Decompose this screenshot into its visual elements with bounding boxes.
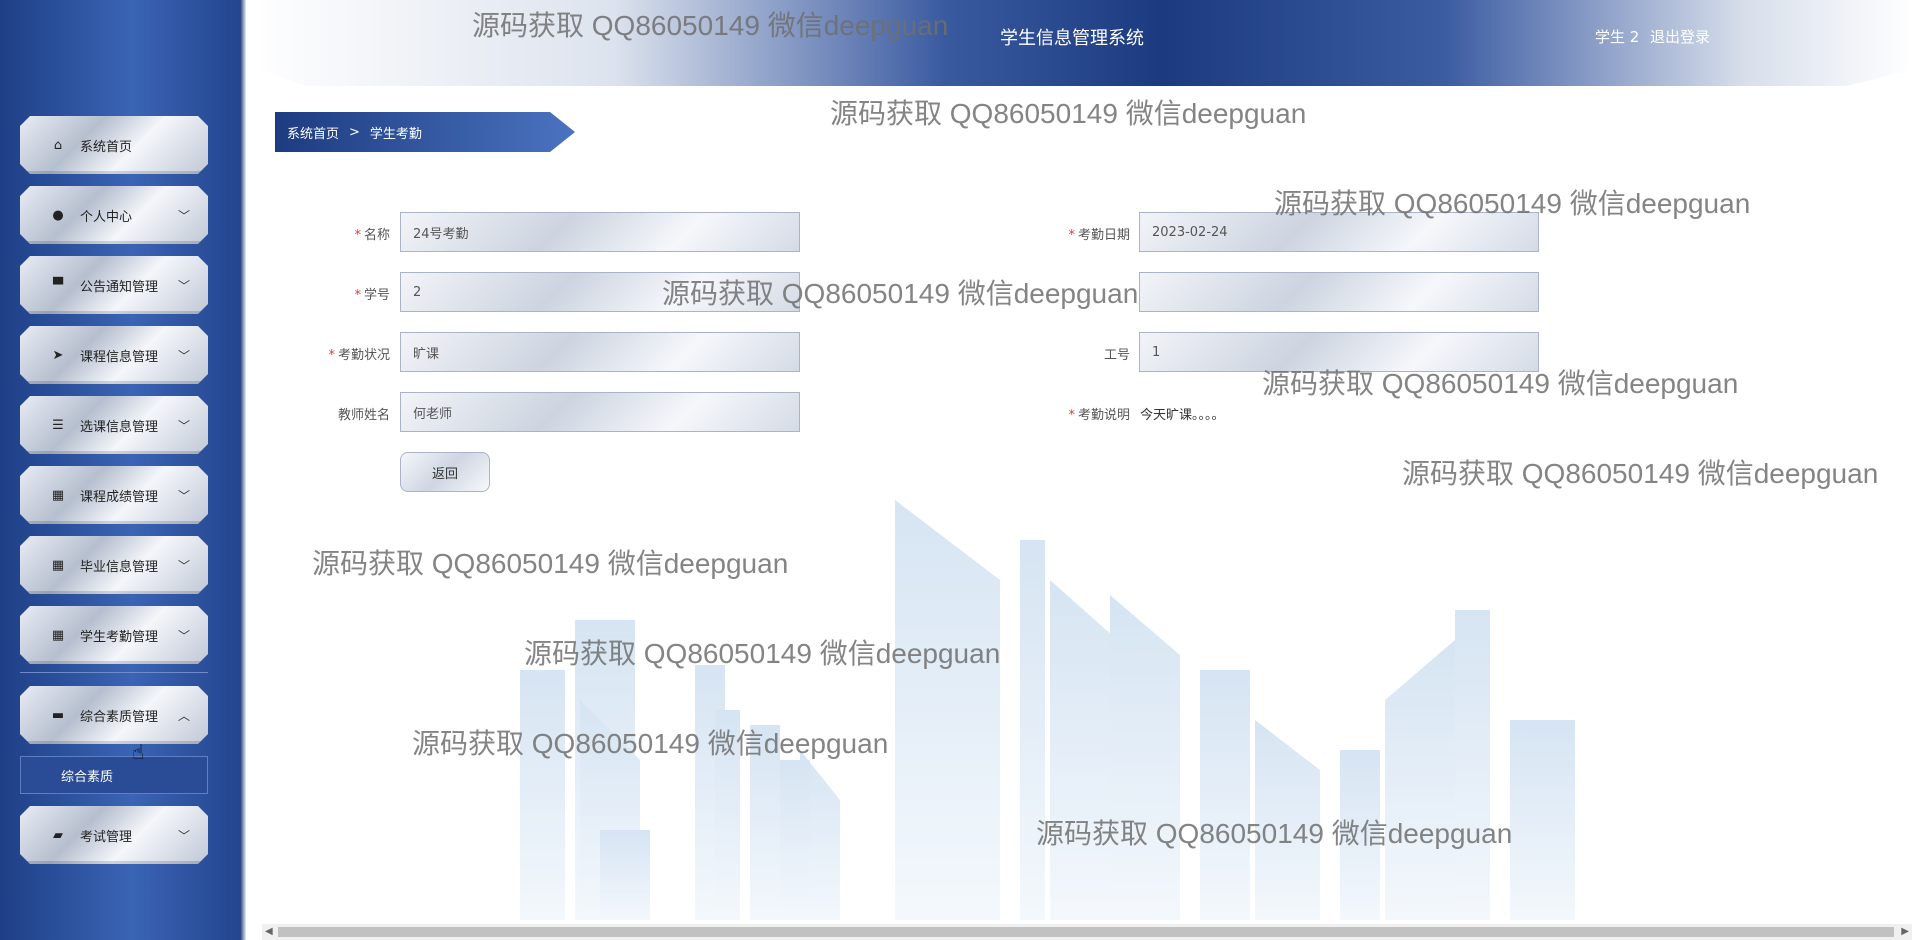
scroll-left-icon[interactable]: ◀ <box>265 926 273 937</box>
description-text: 今天旷课。。。。 <box>1140 408 1225 423</box>
hand-cursor-icon: ☝ <box>132 740 145 764</box>
sidebar-item-grades[interactable]: ▦ 课程成绩管理 ﹀ <box>20 466 208 524</box>
description-label: * 考勤说明 <box>1068 408 1130 423</box>
send-icon: ➤ <box>52 347 64 363</box>
sidebar-item-label: 综合素质管理 <box>80 709 159 725</box>
chevron-up-icon: ︿ <box>177 708 190 723</box>
sidebar-item-label: 考试管理 <box>80 829 133 845</box>
user-icon: ● <box>52 207 64 223</box>
logout-link[interactable]: 退出登录 <box>1650 26 1710 47</box>
chevron-down-icon: ﹀ <box>177 418 190 433</box>
watermark: 源码获取 QQ86050149 微信deepguan <box>472 10 949 41</box>
sidebar-item-label: 课程成绩管理 <box>80 489 159 505</box>
home-icon: ⌂ <box>53 137 63 153</box>
sidebar-item-attendance[interactable]: ▦ 学生考勤管理 ﹀ <box>20 606 208 664</box>
sidebar-item-label: 系统首页 <box>80 139 133 155</box>
sidebar-item-quality[interactable]: ▬ 综合素质管理 ︿ <box>20 686 208 744</box>
current-user: 学生 2 <box>1595 28 1640 46</box>
teacher-name-label: 教师姓名 <box>337 408 390 423</box>
sidebar-item-label: 公告通知管理 <box>80 279 159 295</box>
grid-icon: ▦ <box>51 487 65 503</box>
watermark: 源码获取 QQ86050149 微信deepguan <box>412 728 889 759</box>
sidebar-edge <box>240 0 246 940</box>
sidebar-item-personal-center[interactable]: ● 个人中心 ﹀ <box>20 186 208 244</box>
watermark: 源码获取 QQ86050149 微信deepguan <box>1036 818 1513 849</box>
sidebar-subitem-quality[interactable]: 综合素质 <box>20 756 208 794</box>
required-mark: * <box>328 348 335 363</box>
name-label: * 名称 <box>354 228 390 243</box>
chevron-down-icon: ﹀ <box>177 488 190 503</box>
back-button[interactable]: 返回 <box>400 452 490 492</box>
teacher-id-label: 工号 <box>1103 348 1130 363</box>
student-name-field[interactable] <box>1139 272 1539 312</box>
chevron-down-icon: ﹀ <box>177 278 190 293</box>
status-label: * 考勤状况 <box>328 348 390 363</box>
sidebar-item-label: 课程信息管理 <box>80 349 159 365</box>
breadcrumb-current: 学生考勤 <box>369 126 422 142</box>
sidebar-item-exam[interactable]: ▰ 考试管理 ﹀ <box>20 806 208 864</box>
breadcrumb-home[interactable]: 系统首页 <box>287 123 339 142</box>
sidebar-item-notice[interactable]: ▀ 公告通知管理 ﹀ <box>20 256 208 314</box>
required-mark: * <box>354 228 361 243</box>
chevron-down-icon: ﹀ <box>177 628 190 643</box>
chevron-down-icon: ﹀ <box>177 208 190 223</box>
sliders-icon: ☰ <box>52 417 64 433</box>
horizontal-scrollbar[interactable]: ◀ ▶ <box>262 924 1912 940</box>
notice-icon: ▀ <box>53 277 63 293</box>
watermark: 源码获取 QQ86050149 微信deepguan <box>662 278 1139 309</box>
watermark: 源码获取 QQ86050149 微信deepguan <box>524 638 1001 669</box>
chevron-down-icon: ﹀ <box>177 828 190 843</box>
sidebar-item-label: 毕业信息管理 <box>80 559 159 575</box>
status-field[interactable]: 旷课 <box>400 332 800 372</box>
required-mark: * <box>354 288 361 303</box>
watermark: 源码获取 QQ86050149 微信deepguan <box>1402 458 1879 489</box>
page-title: 学生信息管理系统 <box>1000 28 1144 49</box>
required-mark: * <box>1068 408 1075 423</box>
watermark: 源码获取 QQ86050149 微信deepguan <box>1262 368 1739 399</box>
watermark: 源码获取 QQ86050149 微信deepguan <box>830 98 1307 129</box>
grid-icon: ▦ <box>51 627 65 643</box>
sidebar-item-label: 学生考勤管理 <box>80 629 159 645</box>
grid-icon: ▦ <box>51 557 65 573</box>
name-field[interactable]: 24号考勤 <box>400 212 800 252</box>
student-id-label: * 学号 <box>354 288 390 303</box>
sidebar-divider <box>20 672 208 673</box>
sidebar-item-label: 选课信息管理 <box>80 419 159 435</box>
breadcrumb-separator: > <box>349 124 360 140</box>
sidebar-item-graduation[interactable]: ▦ 毕业信息管理 ﹀ <box>20 536 208 594</box>
sidebar-item-course-selection[interactable]: ☰ 选课信息管理 ﹀ <box>20 396 208 454</box>
teacher-name-field[interactable]: 何老师 <box>400 392 800 432</box>
required-mark: * <box>1068 228 1075 243</box>
chevron-down-icon: ﹀ <box>177 558 190 573</box>
watermark: 源码获取 QQ86050149 微信deepguan <box>312 548 789 579</box>
sidebar-item-label: 个人中心 <box>80 209 133 225</box>
sidebar-item-course[interactable]: ➤ 课程信息管理 ﹀ <box>20 326 208 384</box>
chevron-down-icon: ﹀ <box>177 348 190 363</box>
briefcase-icon: ▰ <box>53 827 63 843</box>
scroll-right-icon[interactable]: ▶ <box>1901 926 1909 937</box>
print-icon: ▬ <box>51 707 65 723</box>
scrollbar-thumb[interactable] <box>278 927 1894 937</box>
watermark: 源码获取 QQ86050149 微信deepguan <box>1274 188 1751 219</box>
breadcrumb: 系统首页 > 学生考勤 <box>275 112 575 152</box>
date-label: * 考勤日期 <box>1068 228 1130 243</box>
sidebar-item-home[interactable]: ⌂ 系统首页 <box>20 116 208 174</box>
